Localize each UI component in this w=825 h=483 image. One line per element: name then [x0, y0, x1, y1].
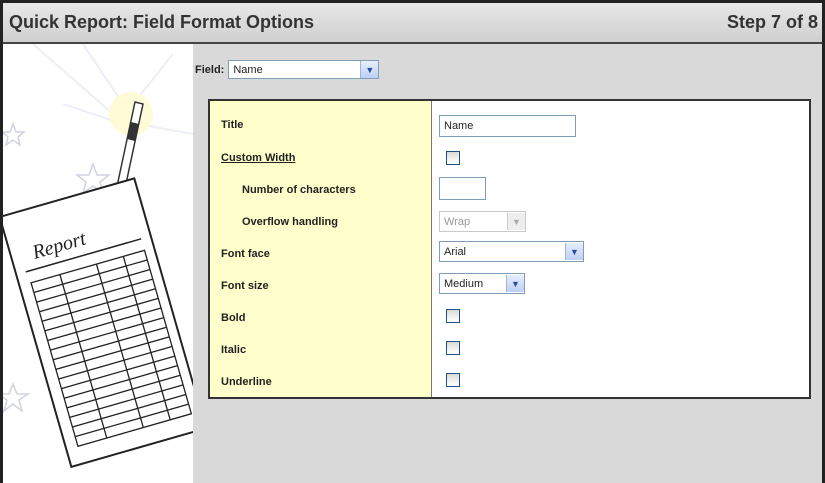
field-selector-label: Field: [195, 63, 225, 76]
chevron-down-icon: ▼ [565, 243, 583, 260]
number-of-characters-input[interactable] [439, 177, 486, 200]
report-illustration: Report [3, 44, 193, 483]
field-select[interactable]: Name ▼ [228, 60, 380, 79]
number-of-characters-label: Number of characters [242, 184, 356, 196]
main-content: Field: Name ▼ Title Custom Width Number … [193, 44, 822, 483]
custom-width-link[interactable]: Custom Width [221, 152, 295, 164]
font-size-label: Font size [221, 280, 269, 292]
report-wand-icon: Report [3, 44, 193, 469]
underline-checkbox[interactable] [446, 373, 460, 387]
step-indicator: Step 7 of 8 [726, 12, 818, 32]
overflow-handling-label: Overflow handling [242, 216, 338, 228]
chevron-down-icon: ▼ [360, 61, 379, 78]
title-input[interactable]: Name [439, 115, 576, 137]
italic-checkbox[interactable] [446, 341, 460, 355]
font-face-label: Font face [221, 248, 270, 260]
wizard-header: Quick Report: Field Format Options Step … [3, 3, 822, 44]
font-size-select[interactable]: Medium ▼ [439, 273, 525, 294]
label-column: Title Custom Width Number of characters … [210, 101, 432, 397]
chevron-down-icon: ▼ [506, 275, 524, 292]
overflow-handling-value: Wrap [444, 215, 471, 228]
custom-width-checkbox[interactable] [446, 151, 460, 165]
chevron-down-icon: ▼ [507, 213, 525, 230]
font-size-value: Medium [444, 277, 484, 290]
font-face-select[interactable]: Arial ▼ [439, 241, 584, 262]
format-options-panel: Title Custom Width Number of characters … [208, 99, 811, 399]
overflow-handling-select: Wrap ▼ [439, 211, 526, 232]
field-selector-row: Field: Name ▼ [195, 60, 380, 79]
field-select-value: Name [233, 63, 263, 76]
italic-label: Italic [221, 344, 247, 356]
title-label: Title [221, 119, 244, 131]
underline-label: Underline [221, 376, 272, 388]
wizard-window: Quick Report: Field Format Options Step … [0, 0, 825, 483]
bold-label: Bold [221, 312, 246, 324]
bold-checkbox[interactable] [446, 309, 460, 323]
page-title: Quick Report: Field Format Options [9, 12, 315, 32]
font-face-value: Arial [444, 245, 467, 258]
